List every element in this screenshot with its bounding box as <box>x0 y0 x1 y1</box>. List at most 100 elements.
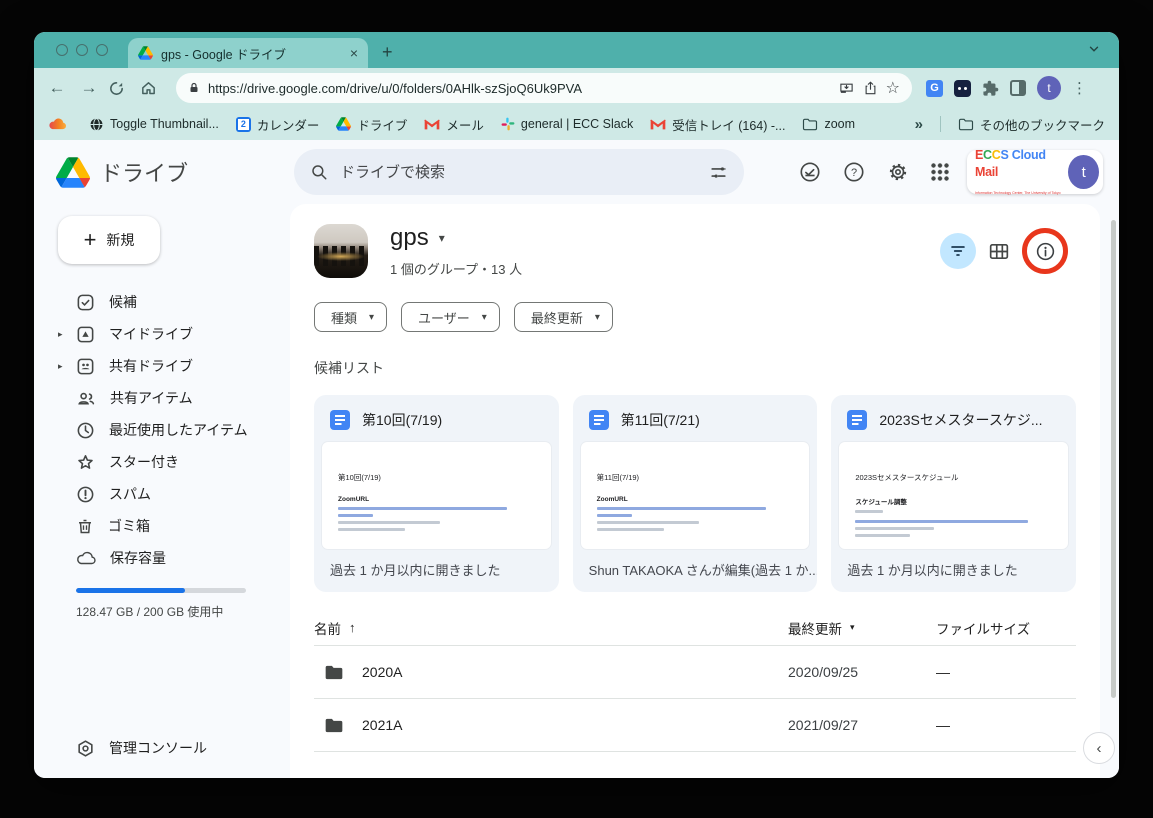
search-icon[interactable] <box>310 163 328 181</box>
expand-caret-icon[interactable]: ▸ <box>58 329 63 340</box>
scrollbar-thumb[interactable] <box>1111 220 1116 698</box>
sidebar-item-starred[interactable]: スター付き <box>50 446 290 478</box>
bookmark-item[interactable]: メール <box>424 115 484 134</box>
file-modified: 2020/09/25 <box>788 664 936 680</box>
doc-preview: 2023Sセメスタースケジュール スケジュール調整 <box>839 442 1068 549</box>
browser-menu-icon[interactable]: ⋮ <box>1072 79 1087 97</box>
bookmark-item[interactable]: zoom <box>802 117 855 131</box>
forward-icon[interactable]: → <box>76 78 102 98</box>
globe-icon <box>89 117 104 132</box>
traffic-lights[interactable] <box>56 44 108 56</box>
lock-icon[interactable] <box>188 81 200 95</box>
account-chip[interactable]: ECCS Cloud Mail Information Technology C… <box>967 150 1103 194</box>
address-bar[interactable]: https://drive.google.com/drive/u/0/folde… <box>176 73 912 103</box>
offline-status-icon[interactable] <box>799 161 821 183</box>
side-panel-opener-button[interactable]: ‹ <box>1083 732 1115 764</box>
group-title[interactable]: gps <box>390 224 429 252</box>
docs-icon <box>330 410 350 430</box>
sidebar-item-recent[interactable]: 最近使用したアイテム <box>50 414 290 446</box>
bookmarks-overflow-icon[interactable]: » <box>915 116 923 133</box>
folder-icon <box>324 664 344 681</box>
filter-toggle-button[interactable] <box>940 233 976 269</box>
browser-profile-avatar[interactable]: t <box>1037 76 1061 100</box>
sidebar-item-suggestions[interactable]: 候補 <box>50 286 290 318</box>
annotation-red-circle <box>1022 228 1068 274</box>
help-icon[interactable]: ? <box>843 161 865 183</box>
other-bookmarks[interactable]: その他のブックマーク <box>958 115 1105 134</box>
bookmark-item[interactable]: 受信トレイ (164) -... <box>650 115 785 134</box>
sidebar-item-shared-drives[interactable]: ▸ 共有ドライブ <box>50 350 290 382</box>
file-table: 名前 ↑ 最終更新 ▾ ファイルサイズ 2020A 2020/09/25 — 202… <box>314 610 1076 752</box>
card-title: 第10回(7/19) <box>362 410 442 430</box>
column-size[interactable]: ファイルサイズ <box>936 618 1076 638</box>
admin-console-icon <box>76 739 95 758</box>
eccs-brand: ECCS Cloud Mail Information Technology C… <box>975 146 1062 199</box>
browser-tab[interactable]: gps - Google ドライブ × <box>128 38 368 68</box>
trash-icon <box>76 517 94 536</box>
suggestion-card[interactable]: 第10回(7/19) 第10回(7/19) ZoomURL 過去 1 か月以内に… <box>314 395 559 592</box>
doc-preview: 第10回(7/19) ZoomURL <box>322 442 551 549</box>
install-app-icon[interactable] <box>838 81 855 96</box>
extensions-puzzle-icon[interactable] <box>982 80 999 97</box>
card-caption: Shun TAKAOKA さんが編集(過去 1 か... <box>573 549 818 592</box>
screenshot-canvas: gps - Google ドライブ × + ← → https://drive.… <box>0 0 1153 818</box>
close-window-button[interactable] <box>56 44 68 56</box>
group-header: gps ▾ 1 個のグループ・13 人 <box>314 224 1076 278</box>
column-name[interactable]: 名前 <box>314 618 341 638</box>
docs-icon <box>589 410 609 430</box>
sidebar-item-trash[interactable]: ゴミ箱 <box>50 510 290 542</box>
suggestion-card[interactable]: 2023Sセメスタースケジ... 2023Sセメスタースケジュール スケジュール… <box>831 395 1076 592</box>
side-panel-icon[interactable] <box>1010 80 1026 96</box>
expand-caret-icon[interactable]: ▸ <box>58 361 63 372</box>
back-icon[interactable]: ← <box>44 78 70 98</box>
share-icon[interactable] <box>863 80 878 96</box>
sidebar-item-my-drive[interactable]: ▸ マイドライブ <box>50 318 290 350</box>
browser-toolbar: ← → https://drive.google.com/drive/u/0/f… <box>34 68 1119 108</box>
bookmark-item[interactable]: Toggle Thumbnail... <box>89 117 219 132</box>
bookmark-item[interactable] <box>48 118 72 130</box>
password-extension-icon[interactable] <box>954 80 971 97</box>
account-avatar[interactable]: t <box>1068 155 1099 189</box>
info-button[interactable] <box>1022 228 1068 274</box>
new-tab-button[interactable]: + <box>382 42 393 63</box>
new-button[interactable]: + 新規 <box>58 216 160 264</box>
tab-search-chevron-icon[interactable] <box>1087 42 1101 56</box>
column-modified[interactable]: 最終更新 <box>788 618 842 638</box>
search-bar[interactable] <box>294 149 744 195</box>
reload-icon[interactable] <box>108 80 134 97</box>
table-row[interactable]: 2020A 2020/09/25 — <box>314 646 1076 699</box>
tab-close-icon[interactable]: × <box>350 45 358 61</box>
table-row[interactable]: 2021A 2021/09/27 — <box>314 699 1076 752</box>
suggestion-cards: 第10回(7/19) 第10回(7/19) ZoomURL 過去 1 か月以内に… <box>314 395 1076 592</box>
bookmark-star-icon[interactable]: ☆ <box>886 78 900 98</box>
apps-grid-icon[interactable] <box>931 163 949 181</box>
sidebar-item-spam[interactable]: スパム <box>50 478 290 510</box>
folder-icon <box>324 717 344 734</box>
sidebar-item-shared-with-me[interactable]: 共有アイテム <box>50 382 290 414</box>
url-text[interactable]: https://drive.google.com/drive/u/0/folde… <box>208 81 830 96</box>
zoom-window-button[interactable] <box>96 44 108 56</box>
search-options-icon[interactable] <box>709 163 728 182</box>
search-input[interactable] <box>340 164 697 181</box>
card-caption: 過去 1 か月以内に開きました <box>831 549 1076 592</box>
grid-view-icon[interactable] <box>989 243 1009 260</box>
sidebar-item-storage[interactable]: 保存容量 <box>50 542 290 574</box>
translate-extension-icon[interactable]: G <box>926 80 943 97</box>
tab-title: gps - Google ドライブ <box>161 44 342 63</box>
sidebar-item-admin-console[interactable]: 管理コンソール <box>50 730 290 766</box>
bookmark-item[interactable]: ドライブ <box>336 115 407 134</box>
sort-ascending-icon[interactable]: ↑ <box>349 620 356 635</box>
group-avatar[interactable] <box>314 224 368 278</box>
chip-type[interactable]: 種類▾ <box>314 302 387 332</box>
settings-gear-icon[interactable] <box>887 161 909 183</box>
chip-people[interactable]: ユーザー▾ <box>401 302 500 332</box>
sort-descending-icon[interactable]: ▾ <box>850 622 855 633</box>
bookmark-item[interactable]: 2 カレンダー <box>236 115 320 134</box>
minimize-window-button[interactable] <box>76 44 88 56</box>
suggestion-card[interactable]: 第11回(7/21) 第11回(7/19) ZoomURL Shun TAKAO… <box>573 395 818 592</box>
drive-logo[interactable]: ドライブ <box>56 156 286 188</box>
chip-modified[interactable]: 最終更新▾ <box>514 302 613 332</box>
home-icon[interactable] <box>140 80 166 97</box>
group-dropdown-icon[interactable]: ▾ <box>439 231 445 245</box>
bookmark-item[interactable]: general | ECC Slack <box>501 117 633 131</box>
